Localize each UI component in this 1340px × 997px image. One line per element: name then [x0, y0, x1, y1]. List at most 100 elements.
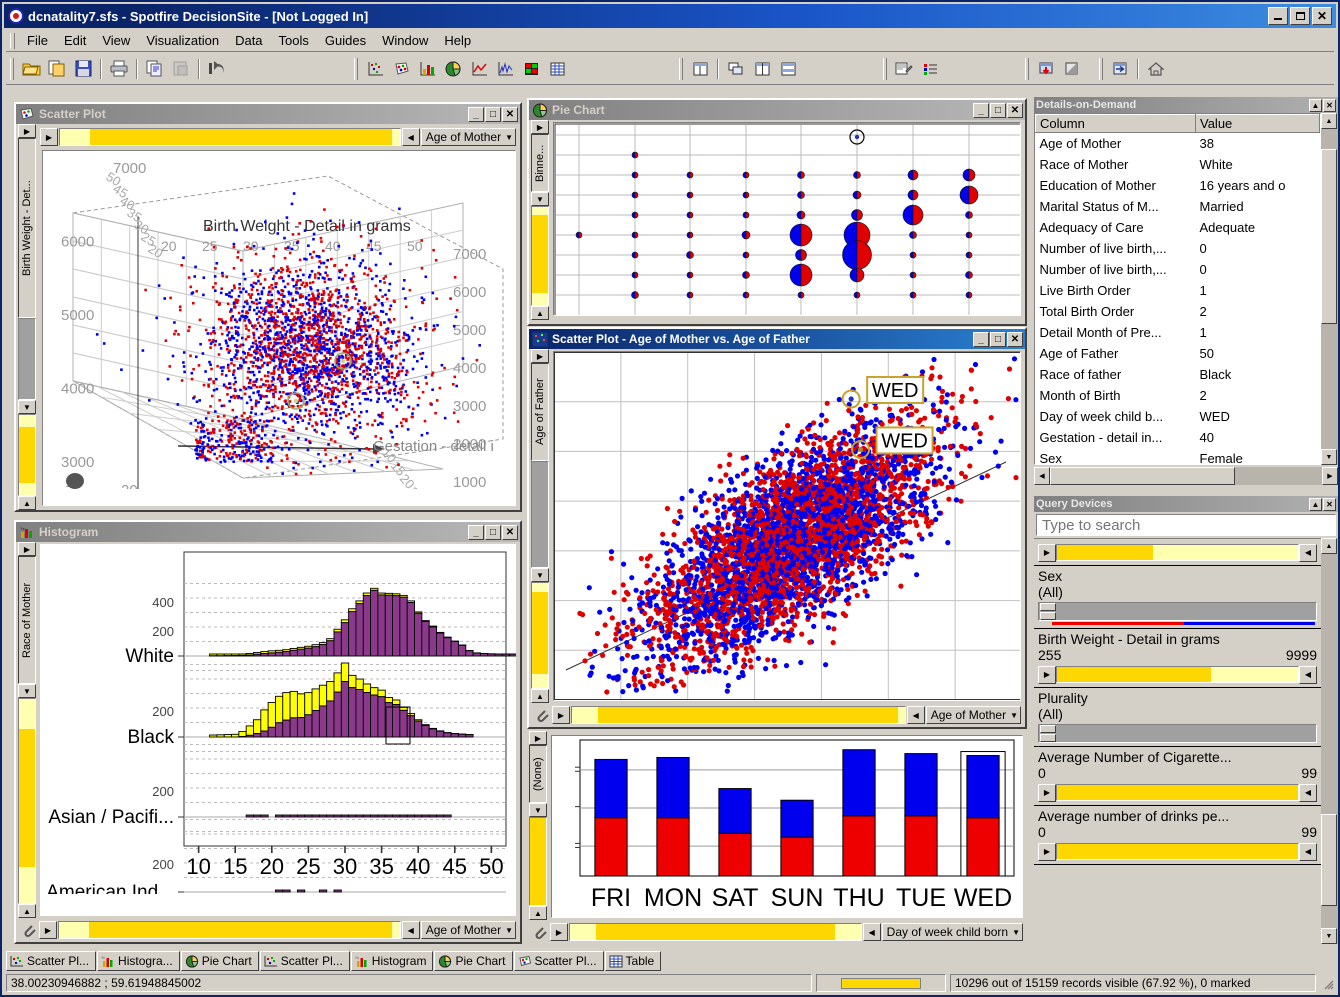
range-slider[interactable]	[1056, 843, 1299, 860]
attachment-icon[interactable]	[531, 924, 549, 940]
range-slider[interactable]	[1056, 784, 1299, 801]
checkbox-item[interactable]	[1040, 612, 1056, 620]
table-row[interactable]: Marital Status of M... Married	[1035, 195, 1320, 217]
tab-5-pie-chart[interactable]: Pie Chart	[434, 951, 513, 971]
filter-right-button[interactable]: ◀	[906, 706, 925, 724]
scroll-up-button[interactable]: ▲	[1321, 538, 1337, 554]
layout-vertical-icon[interactable]	[749, 57, 775, 81]
table-icon[interactable]	[544, 57, 570, 81]
panel-minimize-button[interactable]: _	[468, 524, 484, 540]
filter-right-button[interactable]: ◀	[401, 128, 420, 146]
y-axis-label[interactable]: Race of Mother	[18, 556, 36, 684]
tab-4-histogram[interactable]: ?x Histogram	[350, 951, 434, 971]
y-filter-up-button[interactable]: ▲	[18, 904, 36, 918]
table-row[interactable]: Detail Month of Pre... 1	[1035, 321, 1320, 343]
tab-1-histogra[interactable]: ?x Histogra...	[97, 951, 180, 971]
tab-2-pie-chart[interactable]: Pie Chart	[180, 951, 259, 971]
attachment-icon[interactable]	[20, 922, 38, 938]
scroll-thumb[interactable]	[1321, 149, 1337, 324]
y-axis-label[interactable]: (None)	[529, 745, 547, 803]
scatter-3d-icon[interactable]	[388, 57, 414, 81]
export-icon[interactable]	[1059, 57, 1085, 81]
toolbar-grip[interactable]	[10, 57, 14, 80]
range-left-button[interactable]: ▶	[1038, 543, 1056, 562]
open-folder-icon[interactable]	[18, 57, 44, 81]
panel-minimize-button[interactable]: _	[973, 331, 989, 347]
panel-close-button[interactable]: ✕	[1007, 102, 1023, 118]
table-row[interactable]: Adequacy of Care Adequate	[1035, 216, 1320, 238]
scatter3d-plot[interactable]: 7000600050004000300020001000Birth Weight…	[42, 150, 516, 506]
details-table[interactable]: Column Value Age of Mother 38 Race of Moth…	[1035, 114, 1320, 464]
binned-range-slider[interactable]	[531, 206, 549, 306]
y-filter-up-button[interactable]: ▲	[18, 496, 36, 510]
tab-6-scatter-pl[interactable]: Scatter Pl...	[513, 951, 604, 971]
filter-right-button[interactable]: ◀	[401, 921, 420, 939]
table-row[interactable]: Race of Mother White	[1035, 153, 1320, 175]
range-left-button[interactable]: ▶	[1038, 783, 1056, 802]
age-of-mother-range-slider[interactable]	[571, 706, 906, 724]
import-data-icon[interactable]	[1033, 57, 1059, 81]
histogram-plot[interactable]: White Black Asian / Pacifi... American Ind.…	[40, 544, 516, 916]
panel-maximize-button[interactable]: □	[990, 102, 1006, 118]
x-axis-column-selector[interactable]: Day of week child born ▼	[881, 923, 1023, 941]
range-right-button[interactable]: ◀	[1299, 842, 1317, 861]
table-row[interactable]: Race of father Black	[1035, 363, 1320, 385]
query-device-birth-weight-detail-in-grams[interactable]: Birth Weight - Detail in grams 255 9999 ▶ ◀	[1034, 629, 1321, 688]
table-row[interactable]: Live Birth Order 1	[1035, 279, 1320, 301]
y-axis-expand-button[interactable]: ▶	[18, 124, 36, 138]
resize-grip[interactable]	[1320, 976, 1334, 990]
scroll-up-button[interactable]: ▲	[1321, 113, 1337, 129]
y-filter-down-button[interactable]: ▼	[531, 192, 549, 206]
checkbox-all[interactable]	[1040, 725, 1056, 733]
scroll-right-button[interactable]: ▶	[1322, 467, 1338, 485]
undo-icon[interactable]	[204, 57, 230, 81]
age-of-mother-range-slider[interactable]	[59, 128, 401, 146]
scatter2d-plot[interactable]: WED WED	[553, 351, 1021, 701]
y-filter-down-button[interactable]: ▼	[18, 684, 36, 698]
save-disk-icon[interactable]	[70, 57, 96, 81]
checkbox-group[interactable]	[1038, 724, 1317, 743]
age-of-father-range-slider[interactable]	[531, 582, 549, 689]
toolbar-grip-data[interactable]	[1025, 57, 1029, 80]
table-row[interactable]: Gestation - detail in... 40	[1035, 426, 1320, 448]
pie-chart-icon[interactable]	[440, 57, 466, 81]
panel-scatter-3d-titlebar[interactable]: Scatter Plot _ □ ✕	[16, 104, 520, 124]
scroll-down-button[interactable]: ▼	[1321, 928, 1337, 944]
scroll-thumb-h[interactable]	[1050, 467, 1235, 485]
scroll-down-button[interactable]: ▼	[1321, 449, 1337, 465]
checkbox-group[interactable]	[1038, 602, 1317, 621]
x-axis-column-selector[interactable]: Age of Mother ▼	[420, 128, 516, 146]
window-maximize-button[interactable]	[1290, 7, 1310, 25]
details-horizontal-scrollbar[interactable]: ◀ ▶	[1034, 467, 1338, 485]
filter-right-button[interactable]: ◀	[862, 923, 881, 941]
y-range-slider[interactable]	[529, 817, 547, 906]
toolbar-grip-props[interactable]	[883, 57, 887, 80]
range-right-button[interactable]: ◀	[1299, 665, 1317, 684]
filter-left-button[interactable]: ▶	[552, 706, 570, 724]
scatter-plot-icon[interactable]	[362, 57, 388, 81]
filter-left-button[interactable]: ▶	[39, 921, 57, 939]
table-row[interactable]: Age of Mother 38	[1035, 132, 1320, 154]
menu-view[interactable]: View	[94, 31, 138, 50]
table-row[interactable]: Age of Father 50	[1035, 342, 1320, 364]
y-filter-down-button[interactable]: ▼	[18, 400, 36, 414]
query-device-plurality[interactable]: Plurality (All)	[1034, 688, 1321, 747]
query-device-average-number-of-cigarette[interactable]: Average Number of Cigarette... 0 99 ▶ ◀	[1034, 747, 1321, 806]
range-right-button[interactable]: ◀	[1299, 783, 1317, 802]
piechart-plot[interactable]	[553, 122, 1021, 316]
query-device-partial[interactable]: ▶ ◀	[1034, 539, 1321, 566]
y-filter-up-button[interactable]: ▲	[529, 906, 547, 920]
panel-close-button[interactable]: ✕	[1007, 331, 1023, 347]
range-slider[interactable]	[1056, 666, 1299, 683]
panel-minimize-button[interactable]: _	[468, 106, 484, 122]
duplicate-doc-icon[interactable]	[44, 57, 70, 81]
menu-data[interactable]: Data	[227, 31, 270, 50]
panel-pie-chart-titlebar[interactable]: Pie Chart _ □ ✕	[529, 100, 1025, 120]
line-chart-icon[interactable]	[466, 57, 492, 81]
menu-guides[interactable]: Guides	[317, 31, 374, 50]
range-right-button[interactable]: ◀	[1299, 543, 1317, 562]
window-close-button[interactable]: ✕	[1312, 7, 1332, 25]
barchart-plot[interactable]: FRI MON SAT SUN THU TUE WED	[551, 735, 1023, 918]
menu-file[interactable]: File	[19, 31, 56, 50]
toolbar-grip-layout[interactable]	[679, 57, 683, 80]
